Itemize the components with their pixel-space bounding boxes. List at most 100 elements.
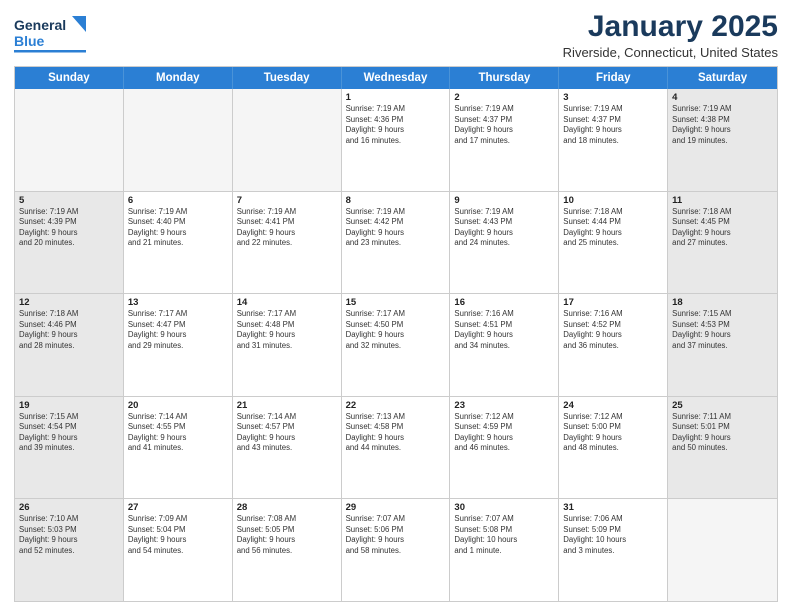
day-number: 9 bbox=[454, 195, 554, 206]
day-info: Sunrise: 7:19 AM Sunset: 4:37 PM Dayligh… bbox=[563, 104, 663, 146]
calendar-day-cell: 14Sunrise: 7:17 AM Sunset: 4:48 PM Dayli… bbox=[233, 294, 342, 396]
day-info: Sunrise: 7:17 AM Sunset: 4:47 PM Dayligh… bbox=[128, 309, 228, 351]
day-number: 2 bbox=[454, 92, 554, 103]
calendar-day-cell: 31Sunrise: 7:06 AM Sunset: 5:09 PM Dayli… bbox=[559, 499, 668, 601]
day-number: 17 bbox=[563, 297, 663, 308]
day-info: Sunrise: 7:19 AM Sunset: 4:39 PM Dayligh… bbox=[19, 207, 119, 249]
weekday-header: Wednesday bbox=[342, 67, 451, 89]
day-info: Sunrise: 7:19 AM Sunset: 4:42 PM Dayligh… bbox=[346, 207, 446, 249]
day-number: 28 bbox=[237, 502, 337, 513]
day-number: 20 bbox=[128, 400, 228, 411]
calendar-day-cell: 16Sunrise: 7:16 AM Sunset: 4:51 PM Dayli… bbox=[450, 294, 559, 396]
calendar-day-cell: 12Sunrise: 7:18 AM Sunset: 4:46 PM Dayli… bbox=[15, 294, 124, 396]
calendar-day-cell: 3Sunrise: 7:19 AM Sunset: 4:37 PM Daylig… bbox=[559, 89, 668, 191]
day-number: 29 bbox=[346, 502, 446, 513]
calendar-day-cell: 29Sunrise: 7:07 AM Sunset: 5:06 PM Dayli… bbox=[342, 499, 451, 601]
day-number: 22 bbox=[346, 400, 446, 411]
calendar-day-cell bbox=[15, 89, 124, 191]
day-info: Sunrise: 7:19 AM Sunset: 4:36 PM Dayligh… bbox=[346, 104, 446, 146]
day-number: 13 bbox=[128, 297, 228, 308]
day-info: Sunrise: 7:19 AM Sunset: 4:37 PM Dayligh… bbox=[454, 104, 554, 146]
calendar-day-cell: 7Sunrise: 7:19 AM Sunset: 4:41 PM Daylig… bbox=[233, 192, 342, 294]
day-info: Sunrise: 7:17 AM Sunset: 4:50 PM Dayligh… bbox=[346, 309, 446, 351]
calendar-day-cell: 20Sunrise: 7:14 AM Sunset: 4:55 PM Dayli… bbox=[124, 397, 233, 499]
day-number: 25 bbox=[672, 400, 773, 411]
day-info: Sunrise: 7:16 AM Sunset: 4:52 PM Dayligh… bbox=[563, 309, 663, 351]
day-number: 19 bbox=[19, 400, 119, 411]
day-info: Sunrise: 7:13 AM Sunset: 4:58 PM Dayligh… bbox=[346, 412, 446, 454]
day-number: 1 bbox=[346, 92, 446, 103]
calendar-day-cell: 15Sunrise: 7:17 AM Sunset: 4:50 PM Dayli… bbox=[342, 294, 451, 396]
day-info: Sunrise: 7:17 AM Sunset: 4:48 PM Dayligh… bbox=[237, 309, 337, 351]
location: Riverside, Connecticut, United States bbox=[563, 45, 778, 60]
day-info: Sunrise: 7:18 AM Sunset: 4:44 PM Dayligh… bbox=[563, 207, 663, 249]
day-info: Sunrise: 7:11 AM Sunset: 5:01 PM Dayligh… bbox=[672, 412, 773, 454]
day-number: 7 bbox=[237, 195, 337, 206]
day-number: 27 bbox=[128, 502, 228, 513]
calendar-day-cell bbox=[233, 89, 342, 191]
day-number: 24 bbox=[563, 400, 663, 411]
calendar-day-cell: 10Sunrise: 7:18 AM Sunset: 4:44 PM Dayli… bbox=[559, 192, 668, 294]
day-info: Sunrise: 7:16 AM Sunset: 4:51 PM Dayligh… bbox=[454, 309, 554, 351]
weekday-header: Tuesday bbox=[233, 67, 342, 89]
day-number: 15 bbox=[346, 297, 446, 308]
header: General Blue January 2025 Riverside, Con… bbox=[14, 10, 778, 60]
day-number: 10 bbox=[563, 195, 663, 206]
calendar-week-row: 19Sunrise: 7:15 AM Sunset: 4:54 PM Dayli… bbox=[15, 397, 777, 500]
day-info: Sunrise: 7:19 AM Sunset: 4:40 PM Dayligh… bbox=[128, 207, 228, 249]
month-title: January 2025 bbox=[563, 10, 778, 43]
calendar-week-row: 1Sunrise: 7:19 AM Sunset: 4:36 PM Daylig… bbox=[15, 89, 777, 192]
weekday-header: Thursday bbox=[450, 67, 559, 89]
calendar-day-cell bbox=[124, 89, 233, 191]
calendar-day-cell: 1Sunrise: 7:19 AM Sunset: 4:36 PM Daylig… bbox=[342, 89, 451, 191]
day-number: 6 bbox=[128, 195, 228, 206]
weekday-header: Sunday bbox=[15, 67, 124, 89]
weekday-header: Saturday bbox=[668, 67, 777, 89]
calendar-day-cell: 26Sunrise: 7:10 AM Sunset: 5:03 PM Dayli… bbox=[15, 499, 124, 601]
day-info: Sunrise: 7:09 AM Sunset: 5:04 PM Dayligh… bbox=[128, 514, 228, 556]
svg-text:General: General bbox=[14, 17, 66, 33]
day-info: Sunrise: 7:19 AM Sunset: 4:43 PM Dayligh… bbox=[454, 207, 554, 249]
calendar-day-cell: 23Sunrise: 7:12 AM Sunset: 4:59 PM Dayli… bbox=[450, 397, 559, 499]
day-info: Sunrise: 7:08 AM Sunset: 5:05 PM Dayligh… bbox=[237, 514, 337, 556]
day-number: 11 bbox=[672, 195, 773, 206]
day-number: 16 bbox=[454, 297, 554, 308]
calendar-day-cell: 25Sunrise: 7:11 AM Sunset: 5:01 PM Dayli… bbox=[668, 397, 777, 499]
calendar-day-cell: 8Sunrise: 7:19 AM Sunset: 4:42 PM Daylig… bbox=[342, 192, 451, 294]
calendar: SundayMondayTuesdayWednesdayThursdayFrid… bbox=[14, 66, 778, 602]
calendar-day-cell: 5Sunrise: 7:19 AM Sunset: 4:39 PM Daylig… bbox=[15, 192, 124, 294]
day-number: 8 bbox=[346, 195, 446, 206]
day-info: Sunrise: 7:19 AM Sunset: 4:41 PM Dayligh… bbox=[237, 207, 337, 249]
calendar-day-cell: 27Sunrise: 7:09 AM Sunset: 5:04 PM Dayli… bbox=[124, 499, 233, 601]
calendar-day-cell: 13Sunrise: 7:17 AM Sunset: 4:47 PM Dayli… bbox=[124, 294, 233, 396]
calendar-week-row: 12Sunrise: 7:18 AM Sunset: 4:46 PM Dayli… bbox=[15, 294, 777, 397]
day-number: 5 bbox=[19, 195, 119, 206]
calendar-week-row: 26Sunrise: 7:10 AM Sunset: 5:03 PM Dayli… bbox=[15, 499, 777, 601]
calendar-day-cell: 30Sunrise: 7:07 AM Sunset: 5:08 PM Dayli… bbox=[450, 499, 559, 601]
calendar-day-cell: 11Sunrise: 7:18 AM Sunset: 4:45 PM Dayli… bbox=[668, 192, 777, 294]
day-number: 26 bbox=[19, 502, 119, 513]
calendar-day-cell: 21Sunrise: 7:14 AM Sunset: 4:57 PM Dayli… bbox=[233, 397, 342, 499]
day-info: Sunrise: 7:19 AM Sunset: 4:38 PM Dayligh… bbox=[672, 104, 773, 146]
calendar-day-cell: 9Sunrise: 7:19 AM Sunset: 4:43 PM Daylig… bbox=[450, 192, 559, 294]
day-number: 3 bbox=[563, 92, 663, 103]
day-info: Sunrise: 7:14 AM Sunset: 4:55 PM Dayligh… bbox=[128, 412, 228, 454]
calendar-header: SundayMondayTuesdayWednesdayThursdayFrid… bbox=[15, 67, 777, 89]
day-number: 4 bbox=[672, 92, 773, 103]
svg-text:Blue: Blue bbox=[14, 33, 45, 49]
calendar-day-cell: 4Sunrise: 7:19 AM Sunset: 4:38 PM Daylig… bbox=[668, 89, 777, 191]
day-number: 31 bbox=[563, 502, 663, 513]
calendar-day-cell: 28Sunrise: 7:08 AM Sunset: 5:05 PM Dayli… bbox=[233, 499, 342, 601]
day-number: 12 bbox=[19, 297, 119, 308]
day-info: Sunrise: 7:15 AM Sunset: 4:54 PM Dayligh… bbox=[19, 412, 119, 454]
title-area: January 2025 Riverside, Connecticut, Uni… bbox=[563, 10, 778, 60]
day-info: Sunrise: 7:14 AM Sunset: 4:57 PM Dayligh… bbox=[237, 412, 337, 454]
day-info: Sunrise: 7:12 AM Sunset: 4:59 PM Dayligh… bbox=[454, 412, 554, 454]
day-info: Sunrise: 7:18 AM Sunset: 4:46 PM Dayligh… bbox=[19, 309, 119, 351]
day-number: 23 bbox=[454, 400, 554, 411]
calendar-day-cell: 17Sunrise: 7:16 AM Sunset: 4:52 PM Dayli… bbox=[559, 294, 668, 396]
calendar-day-cell: 24Sunrise: 7:12 AM Sunset: 5:00 PM Dayli… bbox=[559, 397, 668, 499]
calendar-week-row: 5Sunrise: 7:19 AM Sunset: 4:39 PM Daylig… bbox=[15, 192, 777, 295]
day-info: Sunrise: 7:07 AM Sunset: 5:06 PM Dayligh… bbox=[346, 514, 446, 556]
day-info: Sunrise: 7:15 AM Sunset: 4:53 PM Dayligh… bbox=[672, 309, 773, 351]
